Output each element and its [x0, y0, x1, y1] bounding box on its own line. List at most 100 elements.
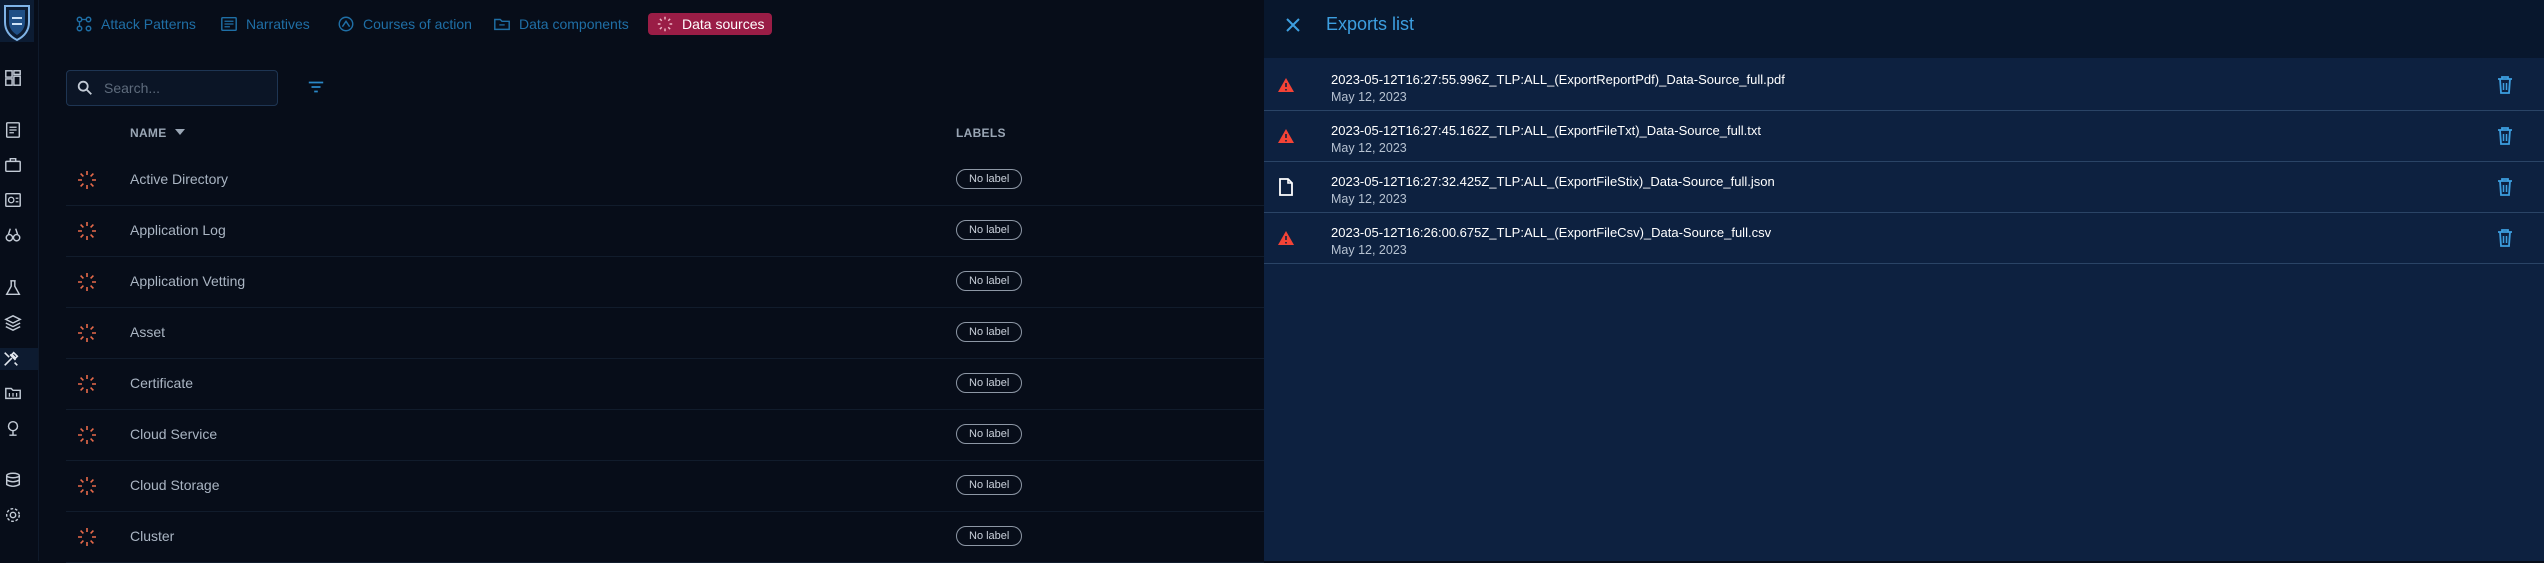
- dashboard-icon[interactable]: [3, 68, 23, 88]
- search-input[interactable]: [102, 79, 266, 97]
- data-source-icon: [78, 477, 96, 495]
- export-file-name[interactable]: 2023-05-12T16:27:45.162Z_TLP:ALL_(Export…: [1331, 123, 1761, 138]
- export-item[interactable]: 2023-05-12T16:27:55.996Z_TLP:ALL_(Export…: [1264, 60, 2544, 111]
- tab-label: Courses of action: [363, 16, 472, 32]
- table-row[interactable]: Cluster No label: [66, 512, 1264, 563]
- analyses-icon[interactable]: [3, 120, 23, 140]
- label-badge: No label: [956, 475, 1023, 495]
- data-icon[interactable]: [3, 470, 23, 490]
- label-badge: No label: [956, 220, 1023, 240]
- table-row[interactable]: Application Log No label: [66, 206, 1264, 257]
- delete-button[interactable]: [2494, 74, 2516, 96]
- data-component-icon: [494, 18, 510, 31]
- table-row[interactable]: Asset No label: [66, 308, 1264, 359]
- file-icon: [1279, 178, 1293, 196]
- table-header: NAME LABELS: [66, 118, 1264, 150]
- data-sources-list: Active Directory No label Application Log N…: [66, 155, 1264, 563]
- label-badge: No label: [956, 424, 1023, 444]
- data-source-icon: [78, 528, 96, 546]
- arsenal-icon[interactable]: [3, 313, 23, 333]
- cases-icon[interactable]: [3, 155, 23, 175]
- app-logo[interactable]: [0, 0, 34, 42]
- settings-gear-icon[interactable]: [3, 505, 23, 525]
- column-header-label: NAME: [130, 126, 167, 140]
- attack-pattern-icon: [76, 16, 92, 32]
- row-name: Cluster: [130, 528, 175, 544]
- row-name: Asset: [130, 324, 166, 340]
- data-source-icon: [78, 171, 96, 189]
- export-file-name[interactable]: 2023-05-12T16:27:32.425Z_TLP:ALL_(Export…: [1331, 174, 1775, 189]
- delete-button[interactable]: [2494, 176, 2516, 198]
- table-row[interactable]: Cloud Storage No label: [66, 461, 1264, 512]
- row-name: Cloud Service: [130, 426, 218, 442]
- row-name: Application Vetting: [130, 273, 246, 289]
- sort-descending-icon: [174, 129, 185, 135]
- course-of-action-icon: [338, 16, 354, 32]
- export-date: May 12, 2023: [1331, 243, 1407, 257]
- locations-icon[interactable]: [3, 418, 23, 438]
- tab-data-sources[interactable]: Data sources: [648, 13, 773, 35]
- warning-icon: [1278, 231, 1294, 245]
- tab-data-components[interactable]: Data components: [493, 12, 629, 36]
- entities-icon[interactable]: [3, 383, 23, 403]
- tab-label: Attack Patterns: [101, 16, 196, 32]
- tab-attack-patterns[interactable]: Attack Patterns: [75, 12, 196, 36]
- filter-icon: [308, 81, 324, 93]
- tab-courses-of-action[interactable]: Courses of action: [337, 12, 472, 36]
- techniques-icon[interactable]: [0, 348, 38, 370]
- row-name: Cloud Storage: [130, 477, 220, 493]
- trash-icon: [2498, 127, 2512, 145]
- row-name: Active Directory: [130, 171, 229, 187]
- tab-label: Narratives: [246, 16, 310, 32]
- data-source-icon: [78, 426, 96, 444]
- row-name: Application Log: [130, 222, 226, 238]
- data-source-icon: [657, 16, 673, 32]
- trash-icon: [2498, 229, 2512, 247]
- close-icon: [1286, 18, 1300, 32]
- table-row[interactable]: Cloud Service No label: [66, 410, 1264, 461]
- delete-button[interactable]: [2494, 227, 2516, 249]
- data-source-icon: [78, 324, 96, 342]
- export-date: May 12, 2023: [1331, 141, 1407, 155]
- threats-icon[interactable]: [3, 278, 23, 298]
- events-icon[interactable]: [3, 190, 23, 210]
- row-name: Certificate: [130, 375, 194, 391]
- left-navigation: [0, 0, 39, 561]
- tab-label: Data sources: [682, 16, 765, 32]
- entity-type-tabs: Attack Patterns Narratives Courses of ac…: [38, 0, 1264, 48]
- table-row[interactable]: Certificate No label: [66, 359, 1264, 410]
- export-date: May 12, 2023: [1331, 90, 1407, 104]
- label-badge: No label: [956, 322, 1023, 342]
- search-box: [66, 70, 278, 106]
- export-item[interactable]: 2023-05-12T16:27:32.425Z_TLP:ALL_(Export…: [1264, 162, 2544, 213]
- export-file-name[interactable]: 2023-05-12T16:27:55.996Z_TLP:ALL_(Export…: [1331, 72, 1785, 87]
- tab-label: Data components: [519, 16, 629, 32]
- column-header-name[interactable]: NAME: [130, 126, 185, 140]
- data-source-icon: [78, 375, 96, 393]
- data-source-icon: [78, 222, 96, 240]
- close-button[interactable]: [1282, 14, 1304, 36]
- drawer-header: Exports list: [1264, 0, 2544, 58]
- export-item[interactable]: 2023-05-12T16:27:45.162Z_TLP:ALL_(Export…: [1264, 111, 2544, 162]
- narrative-icon: [221, 16, 237, 32]
- warning-icon: [1278, 129, 1294, 143]
- label-badge: No label: [956, 271, 1023, 291]
- export-file-name[interactable]: 2023-05-12T16:26:00.675Z_TLP:ALL_(Export…: [1331, 225, 1771, 240]
- column-header-labels[interactable]: LABELS: [956, 126, 1006, 140]
- tab-narratives[interactable]: Narratives: [220, 12, 310, 36]
- label-badge: No label: [956, 373, 1023, 393]
- warning-icon: [1278, 78, 1294, 92]
- export-item[interactable]: 2023-05-12T16:26:00.675Z_TLP:ALL_(Export…: [1264, 213, 2544, 264]
- exports-drawer: Exports list 2023-05-12T16:27:55.996Z_TL…: [1264, 0, 2544, 561]
- delete-button[interactable]: [2494, 125, 2516, 147]
- table-row[interactable]: Active Directory No label: [66, 155, 1264, 206]
- filter-button[interactable]: [305, 76, 327, 98]
- shield-logo-icon: [4, 5, 30, 42]
- data-source-icon: [78, 273, 96, 291]
- observations-icon[interactable]: [3, 225, 23, 245]
- table-row[interactable]: Application Vetting No label: [66, 257, 1264, 308]
- export-date: May 12, 2023: [1331, 192, 1407, 206]
- exports-list: 2023-05-12T16:27:55.996Z_TLP:ALL_(Export…: [1264, 60, 2544, 264]
- search-icon: [77, 80, 92, 95]
- drawer-title: Exports list: [1326, 14, 1415, 34]
